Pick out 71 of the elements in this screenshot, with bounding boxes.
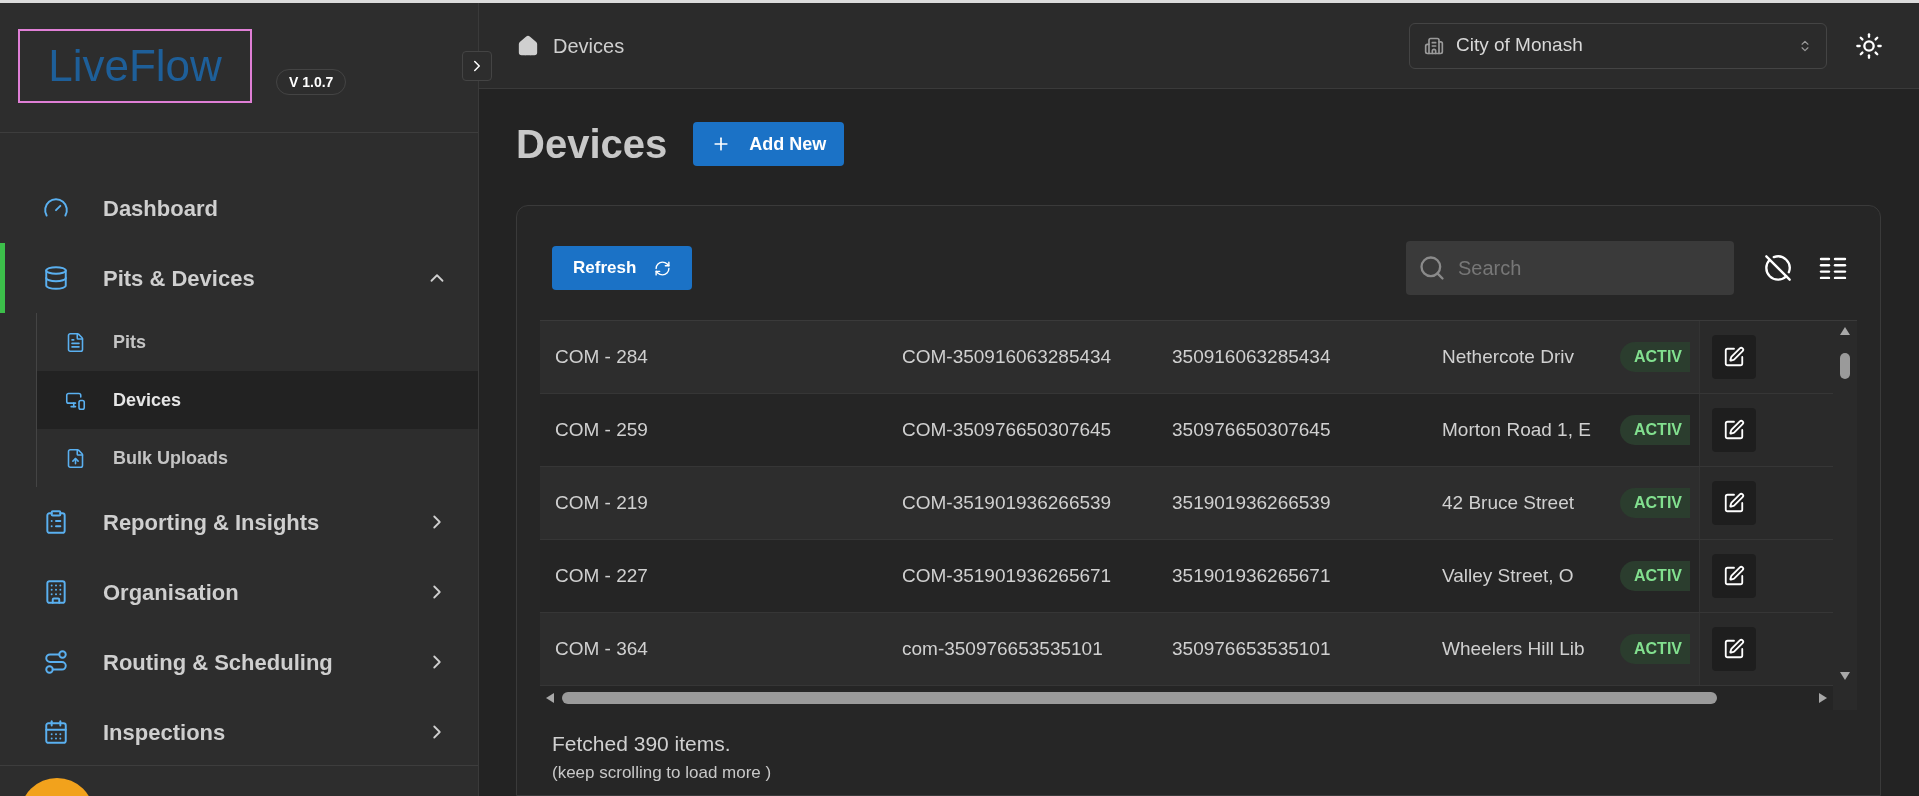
table-cell-text: COM-351901936266539 (901, 490, 1113, 515)
route-icon (43, 649, 69, 675)
table-cell-text: COM-350916063285434 (901, 344, 1113, 369)
fetched-count: Fetched 390 items. (552, 731, 732, 757)
sidebar-item[interactable]: Inspections (0, 697, 478, 765)
sidebar-item[interactable]: Routing & Scheduling (0, 627, 478, 697)
table-cell-text: COM - 219 (554, 490, 649, 515)
table-cell-text: 351901936265671 (1171, 563, 1332, 588)
add-new-button[interactable]: Add New (693, 122, 845, 166)
edit-button[interactable] (1712, 554, 1756, 598)
scroll-up-icon[interactable] (1840, 327, 1850, 335)
table-cell-text: 42 Bruce Street (1441, 490, 1576, 515)
filter-off-icon[interactable] (1764, 254, 1792, 282)
building-icon (1424, 35, 1444, 56)
scroll-thumb[interactable] (1840, 353, 1850, 379)
scroll-hint: (keep scrolling to load more ) (552, 761, 773, 784)
vertical-scrollbar[interactable] (1833, 321, 1857, 710)
building-icon (43, 579, 69, 605)
edit-icon (1723, 565, 1745, 587)
edit-button[interactable] (1712, 481, 1756, 525)
table-cell-text: Nethercote Driv (1441, 344, 1575, 369)
columns-icon[interactable] (1819, 256, 1847, 280)
sidebar-item[interactable]: Organisation (0, 557, 478, 627)
breadcrumb: Devices (553, 33, 625, 59)
status-badge: ACTIV (1620, 342, 1690, 372)
status-badge: ACTIV (1620, 488, 1690, 518)
table-cell-text: COM - 364 (554, 636, 649, 661)
clipboard-icon (43, 509, 69, 535)
table-cell-text: COM-351901936265671 (901, 563, 1113, 588)
table-cell-text: COM - 284 (554, 344, 649, 369)
sidebar-subitem[interactable]: Devices (37, 371, 478, 429)
search-icon (1418, 254, 1446, 282)
table-cell-text: COM - 227 (554, 563, 649, 588)
table-cell-text: 350916063285434 (1171, 344, 1332, 369)
search-field[interactable]: Search (1406, 241, 1734, 295)
table-cell-text: 350976650307645 (1171, 417, 1332, 442)
table-cell-text: Wheelers Hill Lib (1441, 636, 1586, 661)
refresh-icon (654, 259, 672, 277)
status-badge: ACTIV (1620, 634, 1690, 664)
scroll-left-icon[interactable] (546, 693, 554, 703)
sidebar-item[interactable]: Dashboard (0, 173, 478, 243)
file-upload-icon (65, 447, 86, 469)
edit-icon (1723, 638, 1745, 660)
table-cell-text: Morton Road 1, E (1441, 417, 1592, 442)
edit-icon (1723, 346, 1745, 368)
theme-toggle-icon[interactable] (1855, 31, 1883, 60)
file-icon (65, 331, 86, 353)
home-icon[interactable] (517, 34, 539, 57)
table-cell-text: COM-350976650307645 (901, 417, 1113, 442)
edit-button[interactable] (1712, 627, 1756, 671)
scroll-thumb[interactable] (562, 692, 1717, 704)
table-cell-text: Valley Street, O (1441, 563, 1575, 588)
edit-icon (1723, 492, 1745, 514)
collapse-button[interactable] (462, 51, 492, 81)
sidebar-item[interactable]: Reporting & Insights (0, 487, 478, 557)
table-cell-text: 351901936266539 (1171, 490, 1332, 515)
edit-button[interactable] (1712, 408, 1756, 452)
table-cell-text: com-350976653535101 (901, 636, 1104, 661)
organisation-select[interactable]: City of Monash (1409, 22, 1827, 69)
table-cell-text: 350976653535101 (1171, 636, 1332, 661)
status-badge: ACTIV (1620, 561, 1690, 591)
scroll-down-icon[interactable] (1840, 672, 1850, 680)
status-badge: ACTIV (1620, 415, 1690, 445)
scroll-right-icon[interactable] (1819, 693, 1827, 703)
edit-button[interactable] (1712, 335, 1756, 379)
page-title: Devices (516, 121, 668, 168)
table-cell-text: COM - 259 (554, 417, 649, 442)
refresh-button[interactable]: Refresh (552, 246, 693, 290)
calendar-icon (43, 719, 69, 745)
edit-icon (1723, 419, 1745, 441)
database-icon (43, 265, 69, 291)
